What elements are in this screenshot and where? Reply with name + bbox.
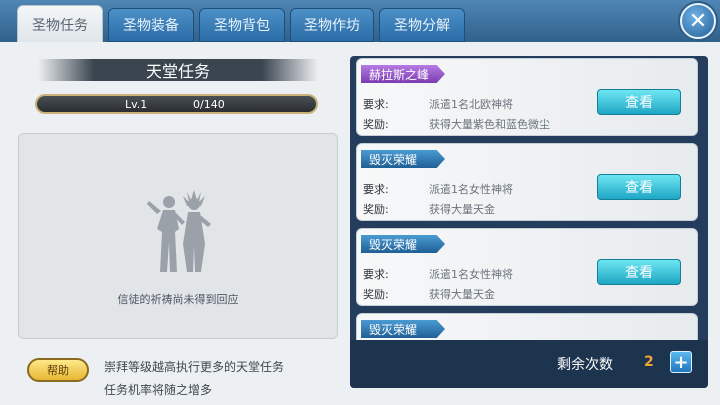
prayer-status-text: 信徒的祈祷尚未得到回应 — [117, 293, 239, 306]
task-list[interactable]: 赫拉斯之峰 要求: 派遣1名北欧神将 奖励: 获得大量紫色和蓝色微尘 查看 毁灭… — [350, 56, 708, 388]
reward-label: 奖励: — [363, 203, 389, 216]
task-card: 毁灭荣耀 要求: 派遣1名女性神将 奖励: 获得大量天金 查看 — [356, 143, 698, 221]
requirement-label: 要求: — [363, 98, 389, 111]
info-line-2: 任务机率将随之增多 — [104, 383, 213, 397]
view-button[interactable]: 查看 — [597, 89, 681, 115]
plus-icon: + — [673, 351, 689, 373]
prayer-box: 信徒的祈祷尚未得到回应 — [18, 133, 338, 339]
level-progress-text: 0/140 — [193, 98, 225, 111]
info-line-1: 崇拜等级越高执行更多的天堂任务 — [104, 360, 285, 374]
reward-value: 获得大量天金 — [429, 203, 495, 216]
requirement-value: 派遣1名女性神将 — [429, 268, 513, 281]
task-name-tag: 毁灭荣耀 — [361, 150, 445, 168]
task-name-tag: 赫拉斯之峰 — [361, 65, 445, 83]
tab-relic-quest[interactable]: 圣物任务 — [17, 5, 103, 44]
level-progress-bar: Lv.1 0/140 — [35, 94, 318, 114]
reward-value: 获得大量天金 — [429, 288, 495, 301]
requirement-value: 派遣1名北欧神将 — [429, 98, 513, 111]
requirement-label: 要求: — [363, 183, 389, 196]
requirement-value: 派遣1名女性神将 — [429, 183, 513, 196]
tab-relic-bag[interactable]: 圣物背包 — [199, 8, 285, 42]
view-button[interactable]: 查看 — [597, 259, 681, 285]
page-title: 天堂任务 — [38, 59, 318, 81]
statue-silhouette-icon — [147, 190, 211, 272]
task-card: 赫拉斯之峰 要求: 派遣1名北欧神将 奖励: 获得大量紫色和蓝色微尘 查看 — [356, 58, 698, 136]
tab-relic-equip[interactable]: 圣物装备 — [108, 8, 194, 42]
level-label: Lv.1 — [125, 98, 148, 111]
tab-relic-decompose[interactable]: 圣物分解 — [379, 8, 465, 42]
tab-relic-workshop[interactable]: 圣物作坊 — [290, 8, 374, 42]
remaining-attempts-bar: 剩余次数 2 + — [350, 340, 708, 388]
task-name-tag: 毁灭荣耀 — [361, 235, 445, 253]
reward-label: 奖励: — [363, 118, 389, 131]
view-button[interactable]: 查看 — [597, 174, 681, 200]
close-button[interactable]: ✕ — [680, 3, 716, 39]
remaining-attempts-count: 2 — [644, 354, 654, 370]
tab-bar: 圣物任务 圣物装备 圣物背包 圣物作坊 圣物分解 ✕ — [0, 0, 720, 44]
reward-value: 获得大量紫色和蓝色微尘 — [429, 118, 550, 131]
reward-label: 奖励: — [363, 288, 389, 301]
close-icon: ✕ — [688, 8, 708, 34]
help-button[interactable]: 帮助 — [27, 358, 89, 382]
task-name-tag: 毁灭荣耀 — [361, 320, 445, 338]
main-panel: 天堂任务 Lv.1 0/140 信徒的祈祷尚未得到回应 帮助 崇拜等级越高执行更… — [0, 42, 720, 405]
add-attempts-button[interactable]: + — [670, 351, 692, 373]
remaining-attempts-label: 剩余次数 — [557, 357, 613, 373]
requirement-label: 要求: — [363, 268, 389, 281]
task-card: 毁灭荣耀 要求: 派遣1名女性神将 奖励: 获得大量天金 查看 — [356, 228, 698, 306]
